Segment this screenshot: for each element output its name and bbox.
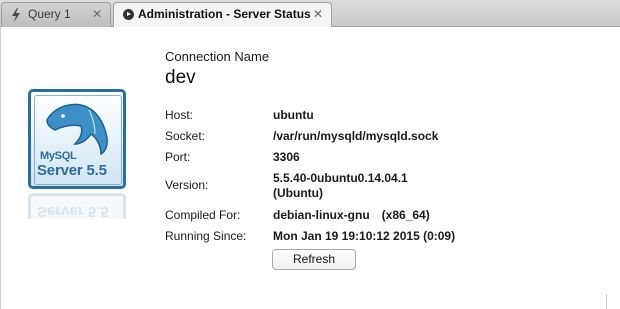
tab-label: Query 1 xyxy=(28,7,71,21)
version-label: Version: xyxy=(165,178,209,192)
refresh-button[interactable]: Refresh xyxy=(272,249,356,270)
play-circle-icon xyxy=(120,3,136,26)
tab-bar: Query 1 ✕ Administration - Server Status… xyxy=(0,0,620,28)
port-value: 3306 xyxy=(273,150,300,164)
running-since-value: Mon Jan 19 19:10:12 2015 (0:09) xyxy=(273,229,456,243)
resize-edge xyxy=(606,294,607,309)
product-text: Server 5.5 xyxy=(37,162,107,179)
lightning-icon xyxy=(8,3,24,26)
tab-query-1[interactable]: Query 1 ✕ xyxy=(1,2,111,27)
close-icon[interactable]: ✕ xyxy=(92,3,102,26)
socket-label: Socket: xyxy=(165,129,206,143)
tab-label: Administration - Server Status xyxy=(138,7,311,21)
version-value-line2: (Ubuntu) xyxy=(273,186,323,200)
version-value-line1: 5.5.40-0ubuntu0.14.04.1 xyxy=(273,171,408,185)
port-label: Port: xyxy=(165,150,191,164)
dolphin-icon xyxy=(46,103,108,156)
close-icon[interactable]: ✕ xyxy=(313,3,323,26)
mysql-server-logo: MySQL Server 5.5 xyxy=(28,89,128,191)
running-since-label: Running Since: xyxy=(165,229,247,243)
connection-name-value: dev xyxy=(165,67,196,88)
compiled-for-arch: (x86_64) xyxy=(381,208,430,222)
tab-administration-server-status[interactable]: Administration - Server Status ✕ xyxy=(113,2,332,28)
logo-reflection: Server 5.5 xyxy=(28,193,126,219)
connection-name-label: Connection Name xyxy=(165,49,270,64)
brand-text: MySQL xyxy=(40,150,77,162)
compiled-for-os: debian-linux-gnu xyxy=(273,208,370,222)
host-label: Host: xyxy=(165,108,194,122)
socket-value: /var/run/mysqld/mysqld.sock xyxy=(273,129,439,143)
host-value: ubuntu xyxy=(273,108,314,122)
compiled-for-value: debian-linux-gnu (x86_64) xyxy=(273,208,430,222)
panel-border xyxy=(0,27,1,309)
compiled-for-label: Compiled For: xyxy=(165,208,241,222)
